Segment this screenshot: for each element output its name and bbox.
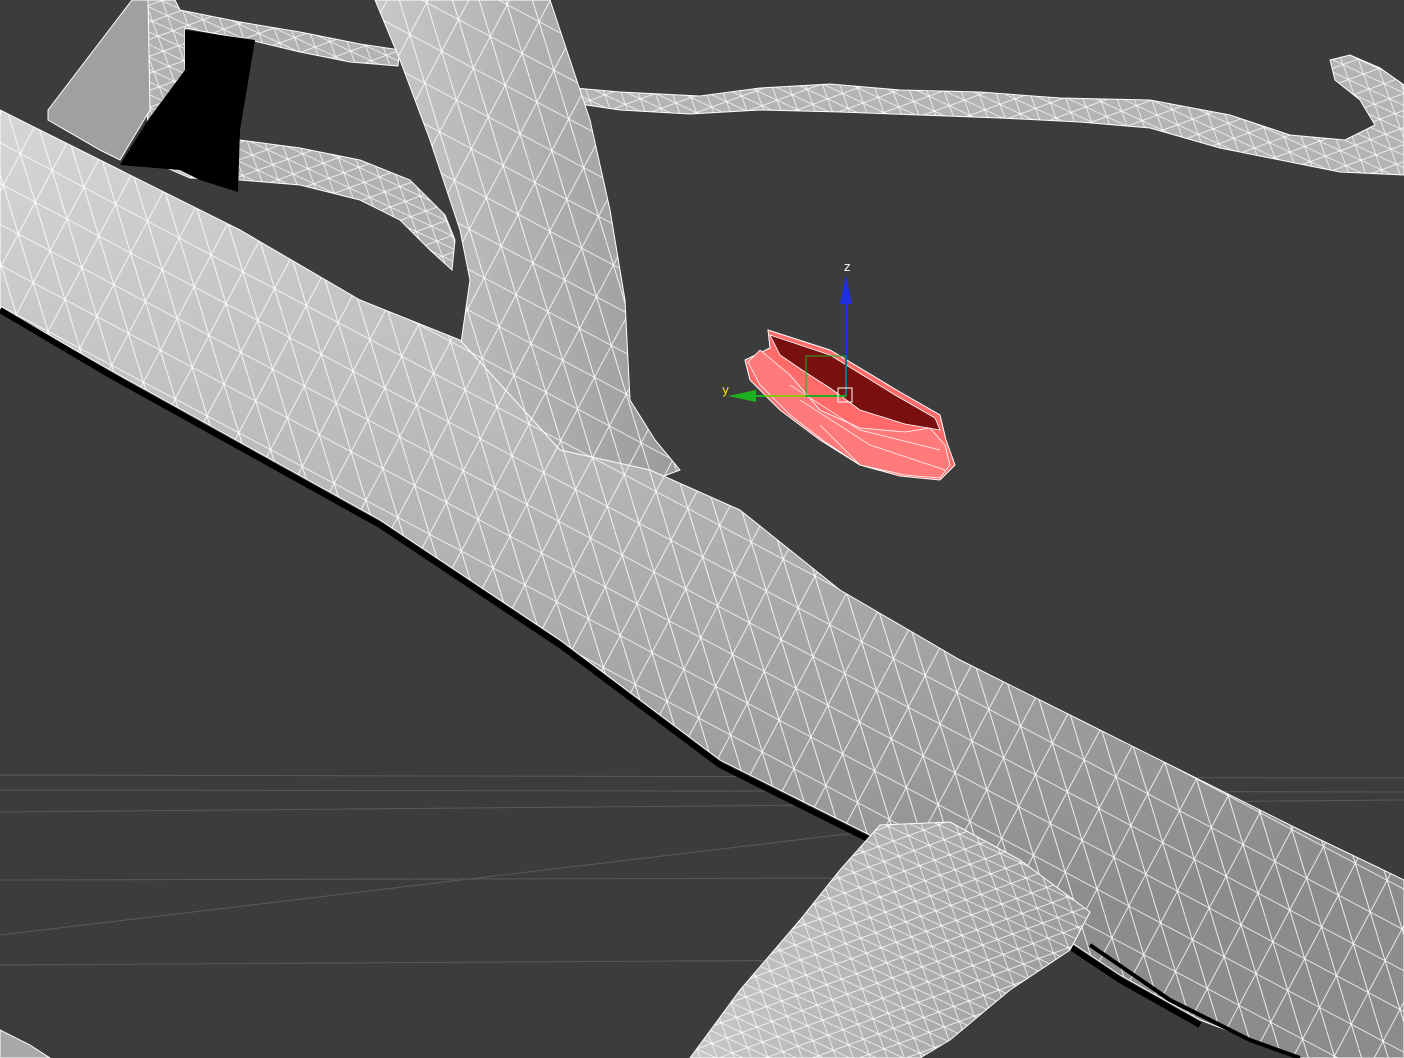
mesh-main-trunk[interactable] [0,109,1404,1058]
gizmo-y-arrowhead[interactable] [728,390,756,402]
mesh-corner-piece[interactable] [0,1029,51,1058]
gizmo-y-label: y [722,383,729,397]
selected-object-ring[interactable] [744,329,956,481]
gizmo-z-arrowhead[interactable] [840,275,852,304]
3d-viewport[interactable]: z y [0,0,1404,1058]
mesh-thin-branch-top[interactable] [574,54,1404,176]
gizmo-z-label: z [844,260,850,274]
